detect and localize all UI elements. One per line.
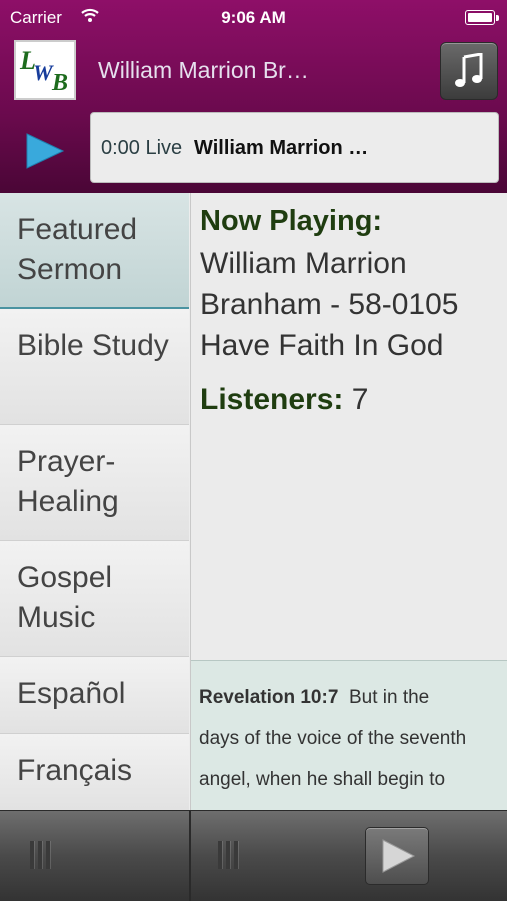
- listeners-info: Listeners: 7: [200, 383, 368, 417]
- station-title: William Marrion Br…: [98, 57, 309, 83]
- sidebar-item-label: Gospel Music: [17, 561, 113, 634]
- play-button[interactable]: [25, 132, 65, 175]
- sidebar-item-label: Español: [17, 677, 126, 710]
- header: Carrier 9:06 AM L W B William Marrion Br…: [0, 0, 507, 193]
- verse-text-block: Revelation 10:7 But in the days of the v…: [199, 677, 471, 811]
- sidebar-item-francais[interactable]: Français: [0, 734, 189, 810]
- sidebar-item-bible-study[interactable]: Bible Study: [0, 309, 189, 425]
- category-sidebar: Featured Sermon Bible Study Prayer-Heali…: [0, 193, 191, 810]
- now-playing-panel: Now Playing: William Marrion Branham - 5…: [191, 193, 507, 660]
- sidebar-item-featured-sermon[interactable]: Featured Sermon: [0, 193, 189, 309]
- listeners-count: 7: [351, 383, 369, 416]
- status-bar: Carrier 9:06 AM: [0, 0, 507, 36]
- toolbar-divider: [189, 811, 191, 901]
- now-playing-title: William Marrion Branham - 58-0105 Have F…: [200, 247, 459, 362]
- drag-handle-icon[interactable]: [218, 841, 250, 869]
- bottom-play-button[interactable]: [365, 827, 429, 885]
- sidebar-item-espanol[interactable]: Español: [0, 657, 189, 734]
- sidebar-item-prayer-healing[interactable]: Prayer-Healing: [0, 425, 189, 541]
- now-playing-label: Now Playing:: [200, 205, 383, 237]
- sidebar-item-label: Prayer-Healing: [17, 445, 119, 518]
- verse-panel[interactable]: Revelation 10:7 But in the days of the v…: [191, 660, 507, 811]
- sidebar-item-label: Français: [17, 754, 133, 787]
- listeners-label: Listeners:: [200, 383, 344, 416]
- playback-time: 0:00 Live: [101, 137, 183, 159]
- now-playing-bar[interactable]: 0:00 Live William Marrion …: [90, 112, 499, 183]
- drag-handle-icon[interactable]: [30, 841, 62, 869]
- music-note-icon: [455, 53, 483, 87]
- music-button[interactable]: [440, 42, 498, 100]
- status-time: 9:06 AM: [221, 8, 286, 27]
- verse-reference: Revelation 10:7: [199, 687, 339, 708]
- sidebar-item-label: Bible Study: [17, 329, 169, 362]
- sidebar-item-label: Featured Sermon: [17, 213, 138, 286]
- app-logo: L W B: [14, 40, 76, 100]
- bottom-toolbar: [0, 810, 507, 901]
- track-title: William Marrion …: [194, 137, 369, 159]
- play-icon: [382, 839, 416, 873]
- battery-icon: [465, 10, 499, 25]
- sidebar-item-gospel-music[interactable]: Gospel Music: [0, 541, 189, 657]
- play-icon: [26, 133, 65, 169]
